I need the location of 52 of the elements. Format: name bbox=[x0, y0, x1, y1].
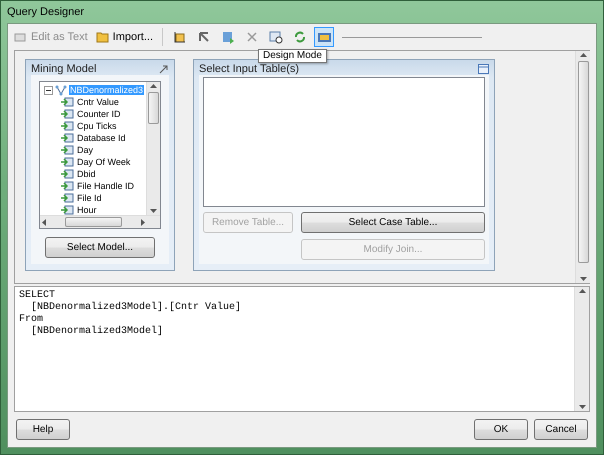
column-icon bbox=[60, 145, 74, 155]
scroll-down-icon[interactable] bbox=[580, 276, 586, 283]
tree-item[interactable]: Hour bbox=[76, 205, 98, 215]
tooltip: Design Mode bbox=[258, 49, 327, 63]
tree-item[interactable]: Counter ID bbox=[76, 109, 122, 119]
scroll-thumb[interactable] bbox=[148, 92, 159, 124]
column-icon bbox=[60, 157, 74, 167]
tree-item[interactable]: Cpu Ticks bbox=[76, 121, 118, 131]
tree-item[interactable]: Database Id bbox=[76, 133, 127, 143]
select-model-button[interactable]: Select Model... bbox=[45, 237, 155, 258]
column-icon bbox=[60, 205, 74, 215]
scroll-up-icon[interactable] bbox=[150, 82, 157, 89]
column-icon bbox=[60, 109, 74, 119]
scrollbar[interactable] bbox=[575, 51, 590, 283]
tree-item[interactable]: Dbid bbox=[76, 169, 97, 179]
scrollbar[interactable] bbox=[574, 287, 589, 411]
toolbar-button[interactable]: Import... bbox=[94, 30, 156, 44]
edit-icon bbox=[14, 31, 28, 43]
scroll-thumb[interactable] bbox=[65, 217, 122, 227]
tree-item[interactable]: Day Of Week bbox=[76, 157, 132, 167]
collapse-icon[interactable] bbox=[44, 86, 53, 94]
scroll-down-icon[interactable] bbox=[578, 404, 586, 411]
panel-title: Mining Model bbox=[31, 62, 96, 74]
close-icon bbox=[246, 31, 258, 43]
column-icon bbox=[60, 193, 74, 203]
arrow-icon bbox=[197, 30, 212, 44]
tree-item[interactable]: File Id bbox=[76, 193, 103, 203]
dialog-button[interactable]: Cancel bbox=[534, 419, 588, 440]
scroll-up-icon[interactable] bbox=[580, 51, 586, 58]
panel-title: Select Input Table(s) bbox=[199, 62, 300, 74]
tree-item[interactable]: Day bbox=[76, 145, 94, 155]
design-icon bbox=[316, 30, 332, 44]
column-icon bbox=[60, 121, 74, 131]
column-icon bbox=[60, 133, 74, 143]
help-button[interactable]: Help bbox=[16, 419, 70, 440]
tree-item[interactable]: Cntr Value bbox=[76, 97, 120, 107]
scroll-right-icon[interactable] bbox=[140, 218, 147, 226]
column-icon bbox=[60, 97, 74, 107]
model-icon bbox=[55, 84, 67, 96]
column-icon bbox=[60, 181, 74, 191]
scroll-up-icon[interactable] bbox=[578, 287, 586, 294]
dialog-button[interactable]: OK bbox=[474, 419, 528, 440]
column-icon bbox=[60, 169, 74, 179]
folder-icon bbox=[96, 31, 110, 43]
panel-button[interactable]: Select Case Table... bbox=[301, 212, 485, 233]
refresh-icon bbox=[293, 30, 308, 44]
scroll-thumb[interactable] bbox=[578, 61, 588, 263]
window-title: Query Designer bbox=[7, 6, 84, 18]
tree-item[interactable]: File Handle ID bbox=[76, 181, 136, 191]
scroll-left-icon[interactable] bbox=[40, 218, 47, 226]
horizontal-scrollbar[interactable] bbox=[40, 215, 160, 228]
scrollbar[interactable] bbox=[146, 82, 160, 215]
